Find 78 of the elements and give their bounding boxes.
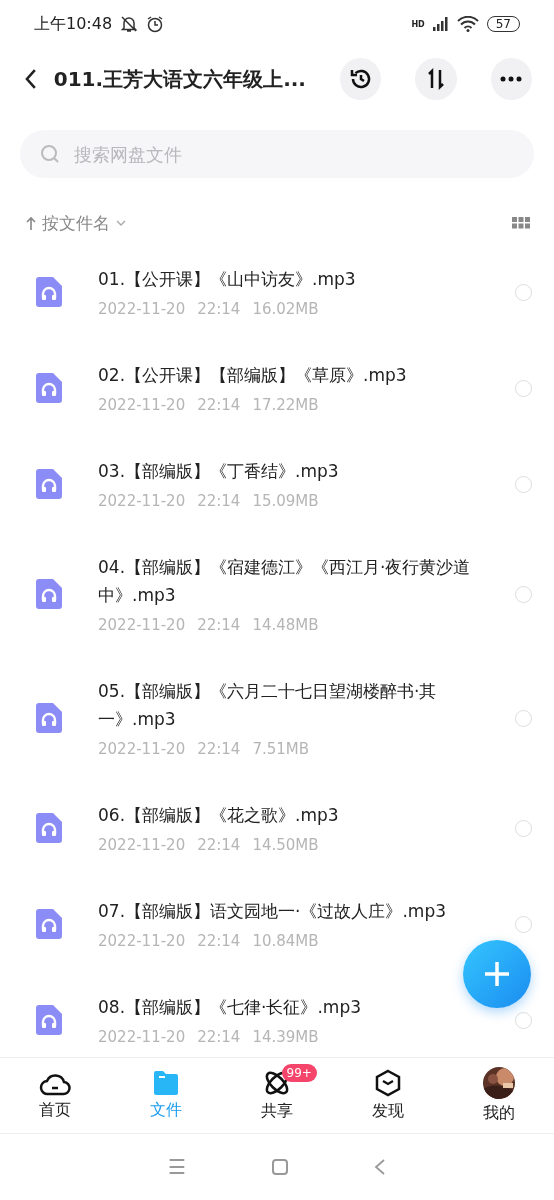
file-date: 2022-11-20 <box>98 739 186 759</box>
audio-file-icon <box>36 909 62 939</box>
file-name: 08.【部编版】《七律·长征》.mp3 <box>98 996 362 1019</box>
network-label: HD <box>411 19 425 29</box>
file-date: 2022-11-20 <box>98 491 186 511</box>
back-button[interactable] <box>374 1159 386 1175</box>
file-size: 14.48MB <box>252 615 319 635</box>
file-size: 14.39MB <box>252 1027 319 1047</box>
grid-view-icon[interactable] <box>512 217 530 229</box>
file-size: 10.84MB <box>252 931 319 951</box>
more-icon <box>500 76 523 82</box>
file-date: 2022-11-20 <box>98 835 186 855</box>
folder-icon <box>152 1070 181 1096</box>
file-date: 2022-11-20 <box>98 931 186 951</box>
back-icon[interactable] <box>24 68 38 90</box>
file-time: 22:14 <box>197 395 241 415</box>
file-name: 06.【部编版】《花之歌》.mp3 <box>98 804 340 827</box>
audio-file-icon <box>36 1005 62 1035</box>
file-size: 14.50MB <box>252 835 319 855</box>
home-button[interactable] <box>272 1159 288 1175</box>
file-row[interactable]: 01.【公开课】《山中访友》.mp3 2022-11-20 22:14 16.02MB <box>0 244 554 340</box>
file-row[interactable]: 04.【部编版】《宿建德江》《西江月·夜行黄沙道中》.mp3 2022-11-20 22:14 14.48MB <box>0 532 554 656</box>
file-name: 07.【部编版】语文园地一·《过故人庄》.mp3 <box>98 900 447 923</box>
file-size: 15.09MB <box>252 491 319 511</box>
file-date: 2022-11-20 <box>98 615 186 635</box>
file-row[interactable]: 05.【部编版】《六月二十七日望湖楼醉书·其一》.mp3 2022-11-20 22:14 7.51MB <box>0 656 554 780</box>
history-button[interactable] <box>339 58 382 100</box>
file-date: 2022-11-20 <box>98 395 186 415</box>
file-size: 16.02MB <box>252 299 319 319</box>
more-button[interactable] <box>490 58 532 100</box>
wifi-icon <box>456 16 479 32</box>
file-row[interactable]: 06.【部编版】《花之歌》.mp3 2022-11-20 22:14 14.50MB <box>0 780 554 876</box>
file-time: 22:14 <box>197 299 241 319</box>
file-name: 04.【部编版】《宿建德江》《西江月·夜行黄沙道中》.mp3 <box>98 556 472 607</box>
file-date: 2022-11-20 <box>98 1027 186 1047</box>
file-row[interactable]: 07.【部编版】语文园地一·《过故人庄》.mp3 2022-11-20 22:14 10.84MB <box>0 876 554 972</box>
file-name: 02.【公开课】【部编版】《草原》.mp3 <box>98 364 408 387</box>
nav-tab[interactable]: 共享 99+ <box>221 1058 333 1133</box>
file-row[interactable]: 02.【公开课】【部编版】《草原》.mp3 2022-11-20 22:14 17.22MB <box>0 340 554 436</box>
up-arrow-icon <box>26 216 36 230</box>
audio-file-icon <box>36 813 62 843</box>
audio-file-icon <box>36 579 62 609</box>
file-name: 03.【部编版】《丁香结》.mp3 <box>98 460 340 483</box>
transfer-button[interactable] <box>415 58 457 100</box>
count-badge: 99+ <box>281 1064 317 1082</box>
file-time: 22:14 <box>197 739 241 759</box>
alarm-icon <box>146 15 165 33</box>
add-button[interactable] <box>463 940 531 1008</box>
file-time: 22:14 <box>197 615 241 635</box>
folder-title: 011.王芳大语文六年级上... <box>53 65 306 93</box>
audio-file-icon <box>36 703 62 733</box>
file-name: 01.【公开课】《山中访友》.mp3 <box>98 268 357 291</box>
file-time: 22:14 <box>197 491 241 511</box>
file-row[interactable]: 03.【部编版】《丁香结》.mp3 2022-11-20 22:14 15.09MB <box>0 436 554 532</box>
file-date: 2022-11-20 <box>98 299 186 319</box>
file-size: 17.22MB <box>252 395 319 415</box>
status-time: 上午10:48 <box>34 13 113 35</box>
nav-tab[interactable]: 发现 <box>332 1058 444 1133</box>
file-time: 22:14 <box>197 931 241 951</box>
file-row[interactable]: 08.【部编版】《七律·长征》.mp3 2022-11-20 22:14 14.39MB <box>0 972 554 1057</box>
sort-selector[interactable]: 按文件名 <box>42 211 110 235</box>
audio-file-icon <box>36 469 62 499</box>
search-icon <box>40 144 60 164</box>
file-time: 22:14 <box>197 1027 241 1047</box>
nav-tab[interactable]: 首页 <box>0 1058 111 1133</box>
history-icon <box>348 67 373 91</box>
file-size: 7.51MB <box>252 739 310 759</box>
muted-bell-icon <box>120 15 139 33</box>
audio-file-icon <box>36 277 62 307</box>
file-time: 22:14 <box>197 835 241 855</box>
chevron-down-icon <box>116 220 126 226</box>
search-field[interactable]: 搜索网盘文件 <box>20 130 534 178</box>
cube-icon <box>374 1069 401 1097</box>
plus-icon <box>483 960 511 988</box>
signal-icon <box>432 17 449 31</box>
audio-file-icon <box>36 373 62 403</box>
nav-tab[interactable]: 我的 <box>443 1058 554 1133</box>
file-name: 05.【部编版】《六月二十七日望湖楼醉书·其一》.mp3 <box>98 680 438 731</box>
